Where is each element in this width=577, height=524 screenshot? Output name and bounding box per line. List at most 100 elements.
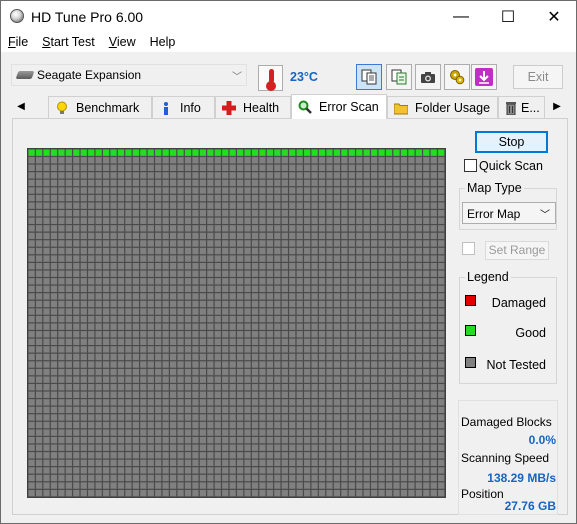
block-not-tested [110, 429, 117, 436]
block-not-tested [423, 217, 430, 224]
block-not-tested [415, 240, 422, 247]
menu-view[interactable]: View [102, 32, 143, 52]
block-not-tested [132, 384, 139, 391]
block-not-tested [266, 315, 274, 323]
block-not-tested [162, 270, 169, 277]
block-not-tested [207, 232, 214, 240]
block-not-tested [184, 399, 192, 406]
menu-start-test[interactable]: Start Test [35, 32, 102, 52]
block-not-tested [117, 187, 125, 194]
menu-help[interactable]: Help [143, 32, 183, 52]
block-not-tested [102, 331, 110, 338]
block-not-tested [378, 414, 385, 421]
temperature-button[interactable] [258, 65, 283, 91]
block-not-tested [147, 225, 154, 232]
tab-info[interactable]: Info [152, 96, 215, 118]
block-not-tested [333, 331, 341, 338]
block-not-tested [266, 157, 274, 164]
tab-error-scan[interactable]: Error Scan [291, 94, 387, 119]
block-not-tested [184, 187, 192, 194]
legend-damaged-label: Damaged [491, 296, 546, 310]
tab-erase[interactable]: E... [498, 96, 545, 118]
screenshot-button[interactable] [415, 64, 441, 90]
copy-info-button[interactable] [386, 64, 412, 90]
block-not-tested [65, 179, 72, 187]
stop-button[interactable]: Stop [475, 131, 548, 153]
tab-scroll-right-button[interactable]: ▶ [549, 97, 565, 115]
block-not-tested [423, 399, 430, 406]
block-not-tested [58, 331, 65, 338]
block-not-tested [28, 361, 35, 368]
set-range-checkbox[interactable] [462, 242, 475, 255]
block-not-tested [348, 429, 355, 436]
quick-scan-checkbox[interactable] [464, 159, 477, 172]
block-not-tested [140, 331, 147, 338]
block-not-tested [296, 338, 303, 345]
menu-file[interactable]: File [1, 32, 35, 52]
block-not-tested [356, 240, 363, 247]
block-not-tested [318, 270, 326, 277]
block-not-tested [43, 323, 50, 330]
block-not-tested [430, 270, 437, 277]
block-not-tested [169, 202, 177, 209]
block-not-tested [348, 232, 355, 240]
block-not-tested [155, 482, 162, 489]
block-not-tested [58, 421, 65, 429]
block-not-tested [415, 467, 422, 474]
block-not-tested [155, 240, 162, 247]
copy-text-button[interactable] [356, 64, 382, 90]
block-not-tested [169, 467, 177, 474]
maximize-button[interactable]: ☐ [485, 1, 531, 32]
block-not-tested [214, 157, 221, 164]
tab-benchmark[interactable]: Benchmark [48, 96, 152, 118]
block-not-tested [50, 376, 58, 383]
block-not-tested [102, 353, 110, 361]
block-not-tested [423, 384, 430, 391]
block-not-tested [266, 489, 274, 497]
block-not-tested [147, 391, 154, 398]
save-button[interactable] [471, 64, 497, 90]
tab-scroll-left-button[interactable]: ◀ [13, 97, 29, 115]
block-not-tested [371, 179, 378, 187]
block-not-tested [199, 255, 207, 262]
block-not-tested [184, 467, 192, 474]
tab-health[interactable]: Health [215, 96, 291, 118]
block-good [259, 149, 266, 156]
block-not-tested [117, 474, 125, 482]
block-not-tested [229, 444, 236, 451]
block-not-tested [169, 482, 177, 489]
block-not-tested [371, 391, 378, 398]
options-button[interactable] [444, 64, 470, 90]
block-not-tested [341, 444, 348, 451]
block-not-tested [88, 262, 95, 270]
exit-button[interactable]: Exit [513, 65, 563, 89]
close-button[interactable]: ✕ [531, 1, 577, 32]
block-not-tested [177, 187, 184, 194]
block-not-tested [117, 262, 125, 270]
block-not-tested [117, 436, 125, 444]
block-not-tested [333, 255, 341, 262]
block-not-tested [363, 202, 370, 209]
map-type-select[interactable]: Error Map ﹀ [462, 202, 556, 224]
block-good [155, 149, 162, 156]
block-not-tested [58, 376, 65, 383]
block-not-tested [169, 338, 177, 345]
drive-select[interactable]: Seagate Expansion ﹀ [11, 64, 247, 86]
block-not-tested [244, 414, 251, 421]
block-not-tested [110, 225, 117, 232]
block-not-tested [274, 368, 281, 376]
block-not-tested [244, 444, 251, 451]
block-not-tested [304, 436, 311, 444]
block-not-tested [132, 323, 139, 330]
tab-folder-usage[interactable]: Folder Usage [387, 96, 498, 118]
block-not-tested [274, 157, 281, 164]
block-not-tested [430, 240, 437, 247]
block-not-tested [35, 202, 43, 209]
set-range-button[interactable]: Set Range [485, 241, 549, 260]
block-not-tested [207, 270, 214, 277]
block-not-tested [140, 429, 147, 436]
menu-view-mnemonic: V [108, 35, 117, 49]
minimize-button[interactable]: — [438, 1, 484, 32]
block-not-tested [125, 240, 132, 247]
block-not-tested [35, 384, 43, 391]
